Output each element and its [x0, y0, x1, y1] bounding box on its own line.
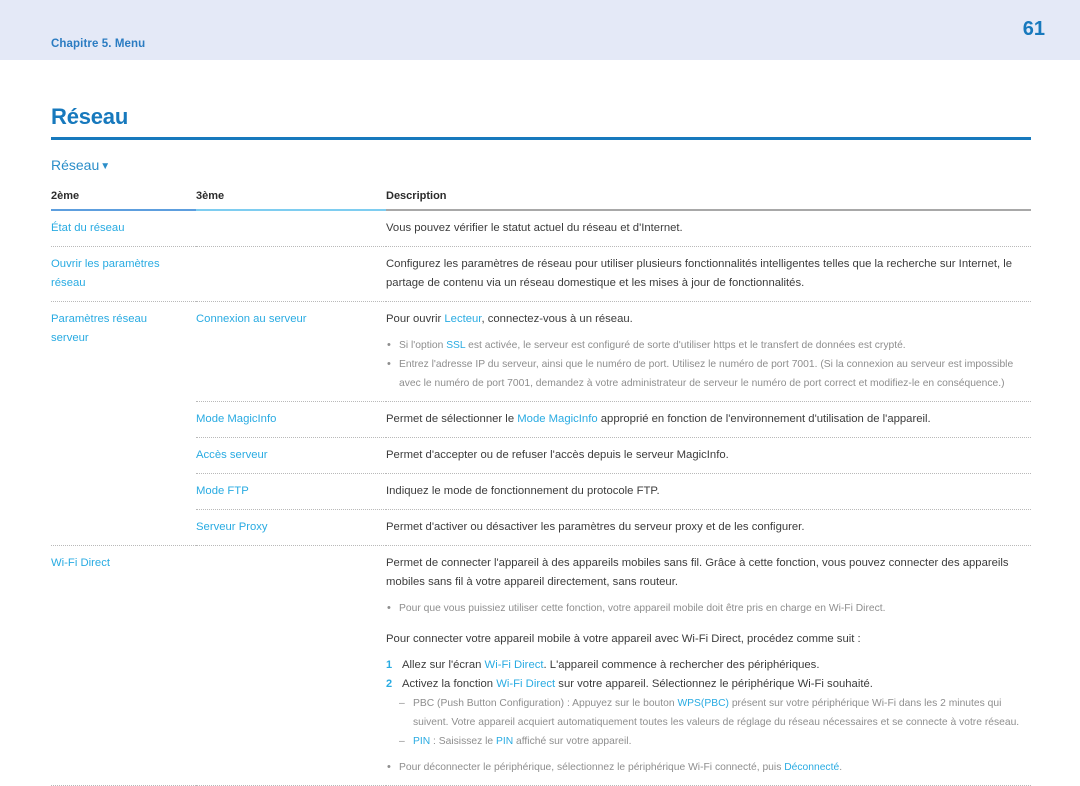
- description-bullet-list: Si l'option SSL est activée, le serveur …: [386, 336, 1031, 393]
- table-row: Paramètres réseau serveur Connexion au s…: [51, 301, 1031, 403]
- column-header-3eme: 3ème: [196, 190, 386, 212]
- row-label-ouvrir-parametres-reseau-l2: réseau: [51, 277, 86, 290]
- dash-text-mid: : Saisissez le: [430, 736, 496, 748]
- dash-item-pbc: PBC (Push Button Configuration) : Appuye…: [399, 694, 1031, 732]
- column-header-2eme: 2ème: [51, 190, 196, 212]
- wifi-final-note-list: Pour déconnecter le périphérique, sélect…: [386, 758, 1031, 777]
- section-title-rule: [51, 137, 1031, 141]
- row-label-parametres-reseau-serveur-l2: serveur: [51, 332, 89, 345]
- page-content: Réseau Réseau▼ 2ème 3ème Description Éta…: [51, 60, 1031, 786]
- table-row: Mode MagicInfo Permet de sélectionner le…: [51, 401, 1031, 439]
- dash-text-pre: PBC (Push Button Configuration) : Appuye…: [413, 698, 678, 710]
- row-description: Permet de sélectionner le Mode MagicInfo…: [386, 410, 1031, 429]
- bullet-text-pre: Si l'option: [399, 340, 447, 352]
- wifi-note-list: Pour que vous puissiez utiliser cette fo…: [386, 599, 1031, 618]
- bullet-item: Pour que vous puissiez utiliser cette fo…: [386, 599, 1031, 618]
- step-highlight-wifi-direct: Wi-Fi Direct: [484, 659, 544, 672]
- row-description: Indiquez le mode de fonctionnement du pr…: [386, 485, 660, 498]
- page-running-header: Chapitre 5. Menu 61: [0, 0, 1080, 60]
- wifi-dash-list: PBC (Push Button Configuration) : Appuye…: [386, 694, 1031, 751]
- row-label-mode-magicinfo: Mode MagicInfo: [196, 413, 277, 426]
- table-row: Serveur Proxy Permet d'activer ou désact…: [51, 509, 1031, 547]
- step-text-pre: Allez sur l'écran: [402, 659, 485, 672]
- desc-text-pre: Pour ouvrir: [386, 313, 445, 326]
- bullet-text: Pour que vous puissiez utiliser cette fo…: [399, 603, 886, 615]
- table-header-row: 2ème 3ème Description: [51, 190, 1031, 212]
- bullet-item: Entrez l'adresse IP du serveur, ainsi qu…: [386, 355, 1031, 393]
- row-description: Permet d'accepter ou de refuser l'accès …: [386, 449, 729, 462]
- bullet-text: Entrez l'adresse IP du serveur, ainsi qu…: [399, 359, 1014, 390]
- step-item-1: Allez sur l'écran Wi-Fi Direct. L'appare…: [386, 656, 1031, 675]
- dash-highlight-pin-2: PIN: [495, 736, 514, 748]
- desc-text-post: approprié en fonction de l'environnement…: [597, 413, 931, 426]
- dash-highlight-wps-pbc: WPS(PBC): [677, 698, 729, 710]
- dash-item-pin: PIN : Saisissez le PIN affiché sur votre…: [399, 732, 1031, 751]
- wifi-lead-text: Pour connecter votre appareil mobile à v…: [386, 633, 861, 646]
- subsection-title-text: Réseau: [51, 157, 100, 174]
- spec-table: 2ème 3ème Description État du réseau Vou…: [51, 190, 1031, 786]
- subsection-title: Réseau▼: [51, 157, 1031, 174]
- row-label-parametres-reseau-serveur-l1: Paramètres réseau: [51, 313, 148, 326]
- chapter-label: Chapitre 5. Menu: [51, 38, 146, 50]
- caret-down-icon: ▼: [100, 161, 111, 173]
- table-row: Mode FTP Indiquez le mode de fonctionnem…: [51, 473, 1031, 511]
- page-number: 61: [1022, 18, 1045, 40]
- row-label-wifi-direct: Wi-Fi Direct: [51, 557, 110, 570]
- dash-text-post: affiché sur votre appareil.: [513, 736, 632, 748]
- desc-text-pre: Permet de sélectionner le: [386, 413, 518, 426]
- wifi-intro-text: Permet de connecter l'appareil à des app…: [386, 557, 1009, 589]
- step-text-pre: Activez la fonction: [402, 678, 497, 691]
- bullet-item: Si l'option SSL est activée, le serveur …: [386, 336, 1031, 355]
- desc-highlight-mode-magicinfo: Mode MagicInfo: [517, 413, 598, 426]
- row-label-mode-ftp: Mode FTP: [196, 485, 249, 498]
- table-row: Accès serveur Permet d'accepter ou de re…: [51, 437, 1031, 475]
- step-text-post: . L'appareil commence à rechercher des p…: [543, 659, 820, 672]
- desc-text-post: , connectez-vous à un réseau.: [481, 313, 633, 326]
- bullet-item: Pour déconnecter le périphérique, sélect…: [386, 758, 1031, 777]
- row-description: Pour ouvrir Lecteur, connectez-vous à un…: [386, 310, 1031, 329]
- section-title: Réseau: [51, 104, 129, 129]
- row-label-ouvrir-parametres-reseau-l1: Ouvrir les paramètres: [51, 258, 160, 271]
- bullet-highlight-ssl: SSL: [446, 340, 466, 352]
- row-description: Vous pouvez vérifier le statut actuel du…: [386, 222, 683, 235]
- desc-highlight-lecteur: Lecteur: [444, 313, 482, 326]
- row-label-acces-serveur: Accès serveur: [196, 449, 268, 462]
- step-item-2: Activez la fonction Wi-Fi Direct sur vot…: [386, 675, 1031, 694]
- row-label-etat-du-reseau: État du réseau: [51, 222, 125, 235]
- wifi-step-list: Allez sur l'écran Wi-Fi Direct. L'appare…: [386, 656, 1031, 694]
- row-label-serveur-proxy: Serveur Proxy: [196, 521, 268, 534]
- table-row: État du réseau Vous pouvez vérifier le s…: [51, 210, 1031, 248]
- bullet-text-post: est activée, le serveur est configuré de…: [465, 340, 906, 352]
- bullet-highlight-deconnecte: Déconnecté: [784, 762, 840, 774]
- table-row: Ouvrir les paramètres réseau Configurez …: [51, 246, 1031, 303]
- step-highlight-wifi-direct: Wi-Fi Direct: [496, 678, 556, 691]
- row-label-connexion-au-serveur: Connexion au serveur: [196, 313, 307, 326]
- bullet-text-pre: Pour déconnecter le périphérique, sélect…: [399, 762, 785, 774]
- step-text-post: sur votre appareil. Sélectionnez le péri…: [555, 678, 873, 691]
- dash-highlight-pin-1: PIN: [413, 736, 431, 748]
- row-description: Configurez les paramètres de réseau pour…: [386, 258, 1013, 290]
- bullet-text-post: .: [839, 762, 843, 774]
- table-row: Wi-Fi Direct Permet de connecter l'appar…: [51, 545, 1031, 786]
- column-header-description: Description: [386, 190, 1031, 212]
- row-description: Permet d'activer ou désactiver les param…: [386, 521, 805, 534]
